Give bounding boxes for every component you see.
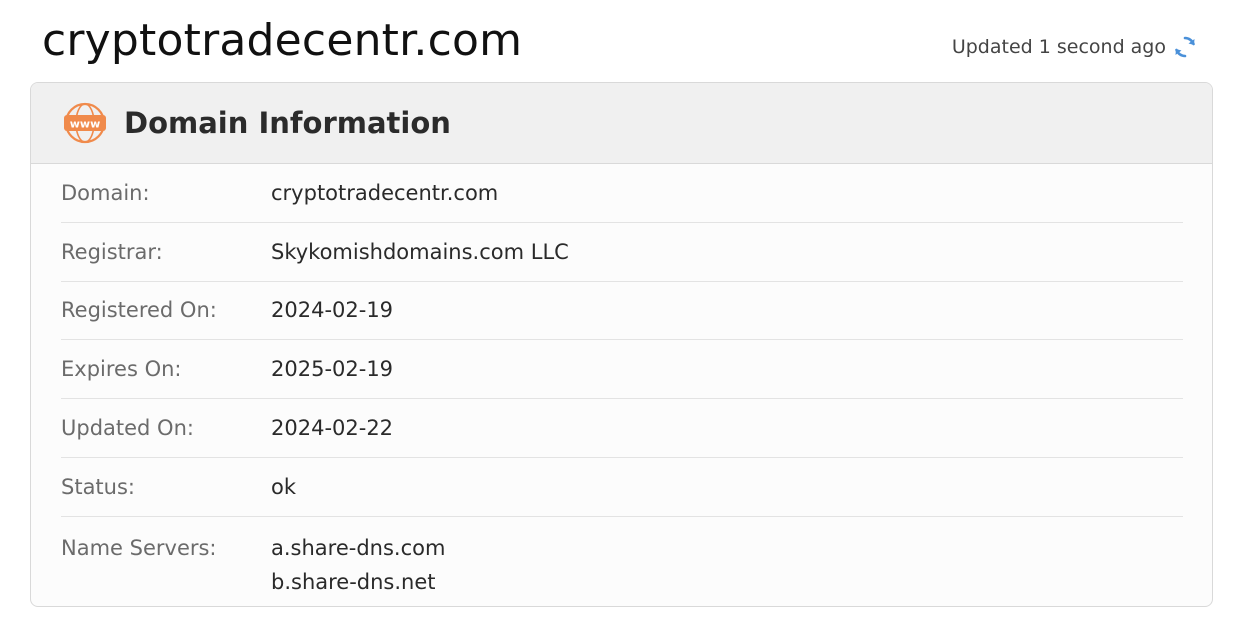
row-label: Domain:	[61, 180, 150, 205]
refresh-icon[interactable]	[1172, 34, 1198, 60]
card-title: Domain Information	[124, 106, 451, 140]
row-domain: Domain: cryptotradecentr.com	[61, 164, 1183, 223]
row-label: Status:	[61, 474, 135, 499]
row-label: Updated On:	[61, 416, 194, 441]
www-globe-icon: www	[62, 100, 108, 146]
row-name-servers: Name Servers: a.share-dns.com b.share-dn…	[61, 517, 1183, 599]
row-status: Status: ok	[61, 458, 1183, 517]
svg-text:www: www	[70, 118, 101, 131]
name-server: b.share-dns.net	[271, 569, 436, 594]
update-status: Updated 1 second ago	[952, 34, 1198, 60]
name-server: a.share-dns.com	[271, 535, 446, 560]
page-title: cryptotradecentr.com	[42, 15, 523, 66]
name-servers-list: a.share-dns.com b.share-dns.net	[271, 531, 445, 599]
card-header: www Domain Information	[31, 83, 1212, 164]
row-label: Registered On:	[61, 298, 217, 323]
row-expires-on: Expires On: 2025-02-19	[61, 340, 1183, 400]
row-updated-on: Updated On: 2024-02-22	[61, 399, 1183, 458]
row-registrar: Registrar: Skykomishdomains.com LLC	[61, 223, 1183, 282]
row-value: Skykomishdomains.com LLC	[271, 239, 569, 264]
row-value: cryptotradecentr.com	[271, 180, 499, 205]
row-label: Name Servers:	[61, 535, 217, 560]
row-value: ok	[271, 474, 297, 499]
row-registered-on: Registered On: 2024-02-19	[61, 282, 1183, 341]
row-value: 2024-02-19	[271, 298, 394, 323]
row-value: 2025-02-19	[271, 357, 394, 382]
domain-information-card: www Domain Information Domain: cryptotra…	[30, 82, 1213, 607]
row-label: Expires On:	[61, 357, 182, 382]
updated-text: Updated 1 second ago	[951, 36, 1166, 58]
row-value: 2024-02-22	[271, 416, 394, 441]
row-label: Registrar:	[61, 239, 163, 264]
domain-info-list: Domain: cryptotradecentr.com Registrar: …	[31, 164, 1212, 599]
